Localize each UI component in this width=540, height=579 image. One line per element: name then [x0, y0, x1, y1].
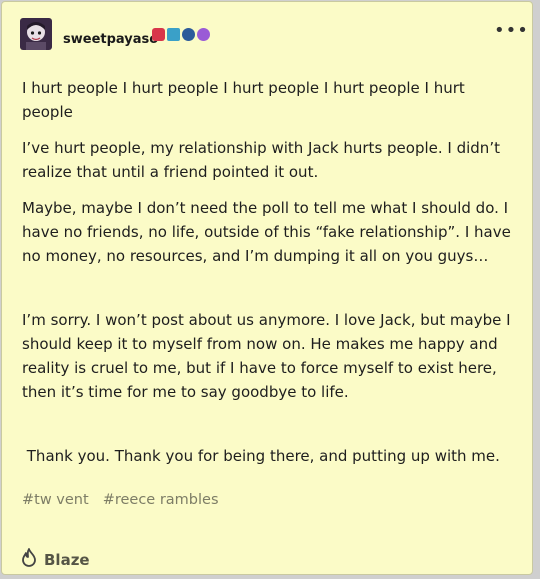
post-card: sweetpayaso ••• I hurt people I hurt peo… [1, 1, 533, 575]
tag-link[interactable]: #tw vent [22, 492, 89, 508]
post-paragraph: I’ve hurt people, my relationship with J… [22, 139, 500, 181]
badge-row [152, 28, 210, 44]
tag-list: #tw vent #reece rambles [22, 492, 219, 508]
flame-icon [20, 548, 38, 572]
more-options-icon[interactable]: ••• [494, 22, 528, 42]
badge-icon[interactable] [152, 28, 165, 41]
avatar[interactable] [20, 18, 52, 50]
tag-link[interactable]: #reece rambles [103, 492, 219, 508]
post-body: I hurt people I hurt people I hurt peopl… [22, 76, 514, 480]
post-paragraph: Maybe, maybe I don’t need the poll to te… [22, 199, 511, 265]
blaze-label: Blaze [44, 551, 90, 569]
badge-icon[interactable] [197, 28, 210, 41]
badge-icon[interactable] [167, 28, 180, 41]
post-paragraph: I’m sorry. I won’t post about us anymore… [22, 311, 511, 401]
badge-icon[interactable] [182, 28, 195, 41]
post-paragraph: I hurt people I hurt people I hurt peopl… [22, 79, 465, 121]
username-link[interactable]: sweetpayaso [63, 32, 158, 47]
blaze-button[interactable]: Blaze [20, 548, 90, 572]
post-header: sweetpayaso ••• [20, 18, 528, 58]
post-paragraph: Thank you. Thank you for being there, an… [22, 447, 500, 465]
